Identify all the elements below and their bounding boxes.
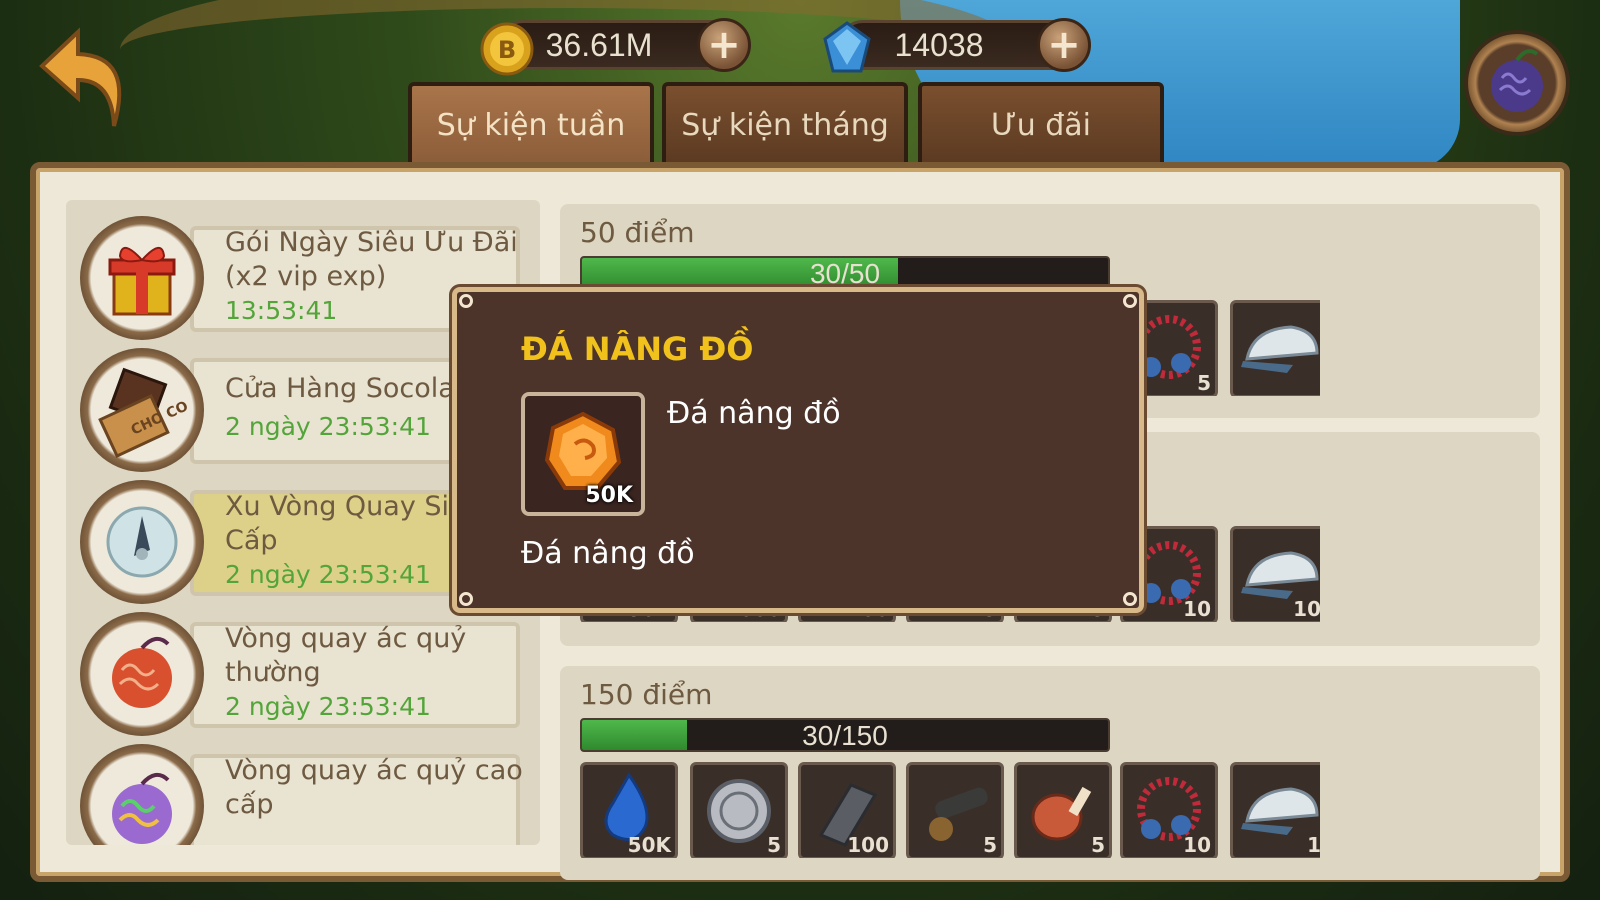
add-gem-button[interactable]: + (1037, 18, 1091, 72)
tab-offers[interactable]: Ưu đãi (918, 82, 1164, 164)
reward-slots: 50K 5 100 5 5 10 1 (580, 762, 1320, 858)
event-title: Vòng quay ác quỷ cao cấp (225, 755, 523, 820)
red-devil-fruit-icon (80, 612, 204, 736)
add-gold-button[interactable]: + (697, 18, 751, 72)
slot-count: 5 (1197, 371, 1211, 395)
slot-count: 5 (767, 833, 781, 857)
item-quantity-badge: 50K (585, 483, 633, 508)
reward-progress-bar: 30/50 (580, 256, 1110, 290)
tab-weekly-event[interactable]: Sự kiện tuần (408, 82, 654, 164)
slot-count: 10 (1293, 597, 1320, 621)
event-timer: 2 ngày 23:53:41 (225, 412, 431, 441)
slot-count: 50K (627, 833, 671, 857)
reward-tier-150: 150 điểm 30/150 50K 5 100 5 5 10 1 (560, 666, 1540, 880)
back-button[interactable] (38, 26, 134, 136)
event-timer: 13:53:41 (225, 296, 338, 325)
reward-slot-cap[interactable]: 1 (1230, 762, 1320, 858)
gem-icon (823, 21, 871, 73)
event-item-normal-devil-spin[interactable]: Vòng quay ác quỷ thường 2 ngày 23:53:41 (80, 608, 540, 736)
corner-ornament (1123, 592, 1137, 606)
corner-ornament (459, 294, 473, 308)
progress-text: 30/150 (802, 720, 888, 751)
reward-slot-cannon[interactable]: 5 (906, 762, 1004, 858)
chocolate-bar-icon: CHO CO (80, 348, 204, 472)
slot-count: 5 (983, 833, 997, 857)
slot-count: 1 (1307, 833, 1320, 857)
devil-fruit-button[interactable] (1464, 30, 1570, 136)
item-info-popup[interactable]: ĐÁ NÂNG ĐỒ 50K Đá nâng đồ Đá nâng đồ (452, 287, 1144, 613)
event-title: Gói Ngày Siêu Ưu Đãi (x2 vip exp) (225, 227, 518, 292)
reward-slot-beads[interactable]: 10 (1120, 762, 1218, 858)
gold-currency: B 36.61M + (480, 18, 751, 76)
event-timer: 2 ngày 23:53:41 (225, 692, 431, 721)
reward-slot-cap[interactable] (1230, 300, 1320, 396)
slot-count: 5 (1091, 833, 1105, 857)
spin-coin-icon (80, 480, 204, 604)
popup-item-slot: 50K (521, 392, 645, 516)
gift-box-icon (80, 216, 204, 340)
reward-slot-drop[interactable]: 50K (580, 762, 678, 858)
progress-text: 30/50 (809, 258, 881, 289)
popup-item-name: Đá nâng đồ (667, 396, 841, 431)
reward-slot-coin[interactable]: 5 (690, 762, 788, 858)
reward-slot-iron[interactable]: 100 (798, 762, 896, 858)
tab-monthly-event[interactable]: Sự kiện tháng (662, 82, 908, 164)
event-item-premium-devil-spin[interactable]: Vòng quay ác quỷ cao cấp (80, 740, 540, 845)
popup-title: ĐÁ NÂNG ĐỒ (521, 330, 754, 368)
reward-tier-label: 50 điểm (580, 216, 695, 249)
event-timer: 2 ngày 23:53:41 (225, 560, 431, 589)
devil-fruit-icon (1491, 49, 1543, 112)
reward-progress-bar: 30/150 (580, 718, 1110, 752)
reward-slot-cap[interactable]: 10 (1230, 526, 1320, 622)
reward-tier-label: 150 điểm (580, 678, 713, 711)
event-title: Vòng quay ác quỷ thường (225, 623, 467, 688)
reward-slot-meat[interactable]: 5 (1014, 762, 1112, 858)
popup-item-description: Đá nâng đồ (521, 536, 695, 571)
marine-cap-icon (1241, 325, 1319, 373)
corner-ornament (459, 592, 473, 606)
gold-coin-icon: B (480, 22, 534, 76)
back-arrow-icon (39, 27, 122, 127)
slot-count: 10 (1183, 597, 1211, 621)
gem-currency: 14038 + (823, 18, 1091, 73)
slot-count: 100 (847, 833, 889, 857)
svg-text:B: B (498, 36, 516, 64)
rainbow-devil-fruit-icon (80, 744, 204, 845)
corner-ornament (1123, 294, 1137, 308)
slot-count: 10 (1183, 833, 1211, 857)
